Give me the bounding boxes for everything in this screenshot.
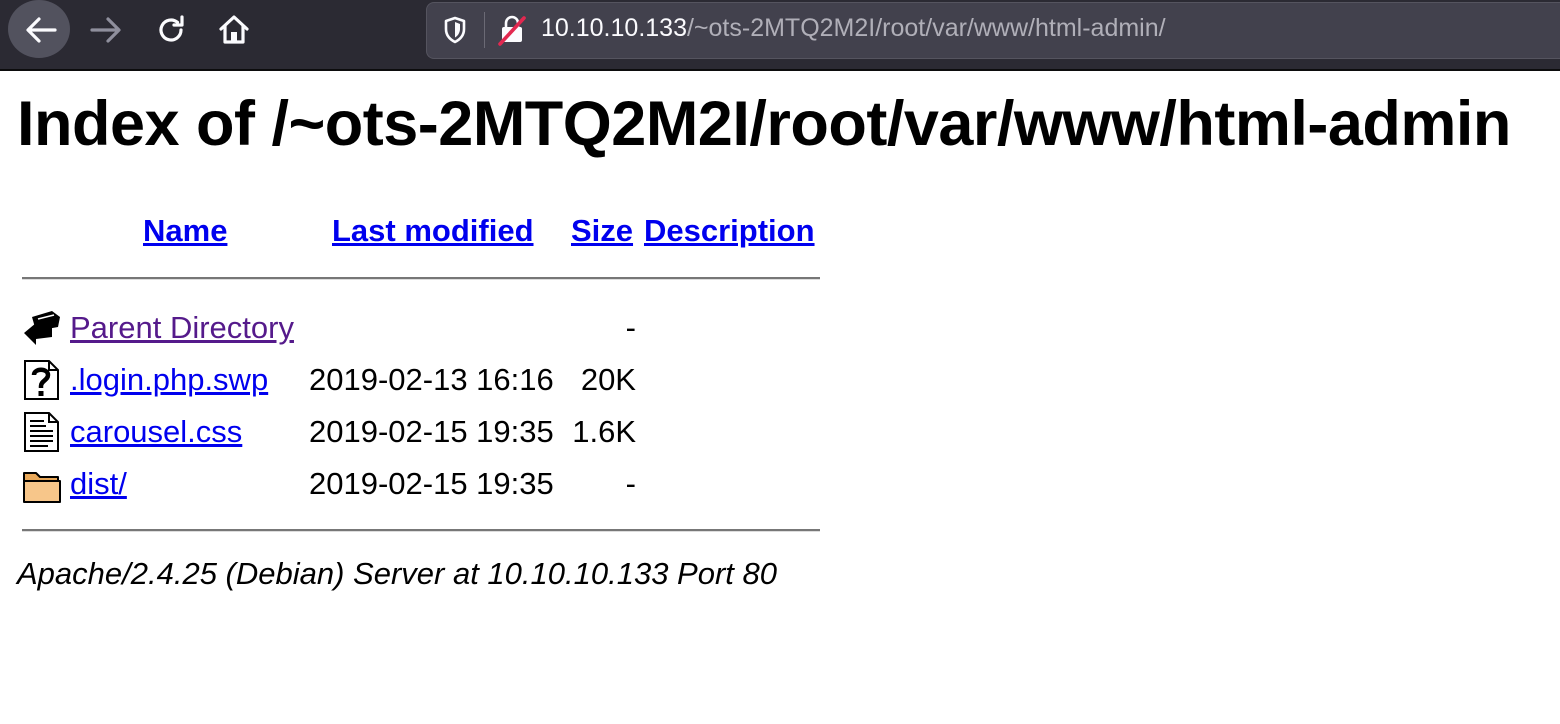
unknown-file-icon [24,360,59,400]
reload-button[interactable] [138,0,204,60]
address-bar-separator [484,12,485,48]
entry-modified: 2019-02-15 19:35 [309,466,554,501]
entry-link-login-php-swp[interactable]: .login.php.swp [70,362,268,398]
forward-button[interactable] [73,0,139,60]
url-host: 10.10.10.133 [541,14,687,42]
column-header-description[interactable]: Description [644,213,815,249]
home-button[interactable] [201,0,267,60]
back-arrow-icon [24,311,60,345]
address-bar-url[interactable]: 10.10.10.133/~ots-2MTQ2M2I/root/var/www/… [541,14,1166,43]
entry-modified: 2019-02-15 19:35 [309,414,554,449]
tracking-protection-shield-icon[interactable] [443,16,467,44]
column-header-size[interactable]: Size [571,213,633,249]
entry-size: - [625,466,636,501]
entry-modified: 2019-02-13 16:16 [309,362,554,397]
server-signature: Apache/2.4.25 (Debian) Server at 10.10.1… [17,556,777,591]
entry-link-carousel-css[interactable]: carousel.css [70,414,242,450]
entry-link-parent-directory[interactable]: Parent Directory [70,310,294,346]
entry-size: 20K [580,362,636,397]
back-arrow-icon [26,17,57,43]
column-header-last-modified[interactable]: Last modified [332,213,534,249]
back-button[interactable] [8,0,74,60]
entry-link-dist[interactable]: dist/ [70,466,127,502]
bottom-divider [22,529,820,532]
column-header-name[interactable]: Name [143,213,227,249]
page-heading: Index of /~ots-2MTQ2M2I/root/var/www/htm… [17,89,1511,159]
text-file-icon [24,412,59,452]
forward-arrow-icon [90,17,121,43]
insecure-lock-icon[interactable] [498,14,526,46]
browser-toolbar: 10.10.10.133/~ots-2MTQ2M2I/root/var/www/… [0,0,1560,71]
url-path: /~ots-2MTQ2M2I/root/var/www/html-admin/ [686,14,1166,42]
top-divider [22,277,820,280]
reload-icon [159,15,184,42]
entry-size: 1.6K [572,414,636,449]
home-icon [219,15,249,44]
entry-size: - [625,310,636,345]
folder-icon [23,472,61,503]
